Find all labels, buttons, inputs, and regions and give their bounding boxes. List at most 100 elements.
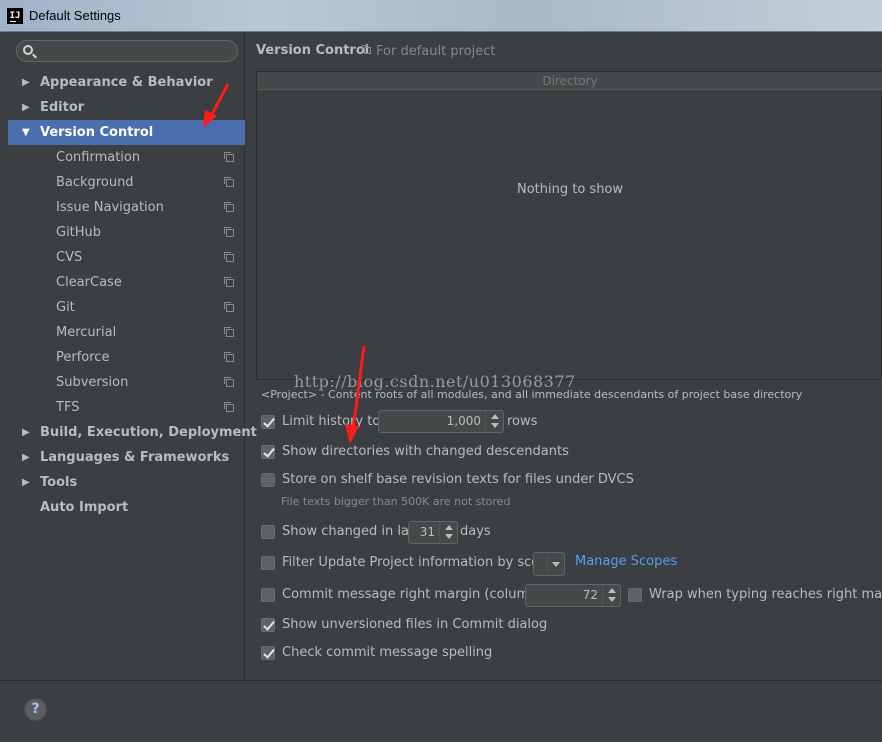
sidebar-item-cvs[interactable]: CVS [8, 245, 245, 270]
store-on-shelf-label: Store on shelf base revision texts for f… [282, 472, 634, 487]
sidebar-item-clearcase[interactable]: ClearCase [8, 270, 245, 295]
commit-margin-option[interactable]: Commit message right margin (columns): [261, 585, 554, 605]
show-unversioned-checkbox[interactable] [261, 618, 275, 632]
settings-tree: ▶ Appearance & Behavior ▶ Editor ▼ Versi… [8, 70, 257, 520]
expand-arrow-icon[interactable]: ▶ [22, 445, 30, 470]
sidebar-item-label: ClearCase [56, 275, 122, 290]
scope-dropdown[interactable] [533, 552, 565, 576]
sidebar-item-confirmation[interactable]: Confirmation [8, 145, 245, 170]
sidebar-item-build-execution-deployment[interactable]: ▶ Build, Execution, Deployment [8, 420, 257, 445]
settings-content: Version Control For default project Dire… [246, 32, 882, 680]
page-scope: For default project [376, 44, 496, 59]
sidebar-item-github[interactable]: GitHub [8, 220, 245, 245]
wrap-typing-checkbox[interactable] [628, 588, 642, 602]
sidebar-item-label: Auto Import [40, 500, 129, 515]
show-changed-spinner[interactable]: 31 [408, 521, 458, 544]
sidebar-item-tools[interactable]: ▶ Tools [8, 470, 245, 495]
spinner-value: 1,000 [446, 414, 481, 428]
project-copy-icon [224, 177, 234, 187]
dialog-footer: ? [0, 680, 882, 742]
expand-arrow-icon[interactable]: ▶ [22, 470, 30, 495]
check-spelling-option[interactable]: Check commit message spelling [261, 643, 521, 663]
table-column-header[interactable]: Directory [257, 72, 882, 90]
sidebar-item-version-control[interactable]: ▼ Version Control [8, 120, 245, 145]
search-icon [23, 45, 33, 55]
spinner-buttons[interactable] [485, 411, 503, 432]
sidebar-item-appearance-behavior[interactable]: ▶ Appearance & Behavior [8, 70, 245, 95]
sidebar-item-tfs[interactable]: TFS [8, 395, 245, 420]
project-copy-icon [224, 402, 234, 412]
sidebar-item-issue-navigation[interactable]: Issue Navigation [8, 195, 245, 220]
commit-margin-checkbox[interactable] [261, 588, 275, 602]
spin-up-icon[interactable] [491, 414, 499, 419]
search-input[interactable] [39, 43, 233, 59]
sidebar-item-label: Mercurial [56, 325, 117, 340]
sidebar-item-subversion[interactable]: Subversion [8, 370, 245, 395]
spin-down-icon[interactable] [491, 423, 499, 428]
store-on-shelf-option[interactable]: Store on shelf base revision texts for f… [261, 470, 641, 490]
sidebar-item-auto-import[interactable]: Auto Import [8, 495, 245, 520]
spinner-value: 72 [582, 588, 598, 602]
window-title: Default Settings [29, 8, 121, 23]
spin-up-icon[interactable] [445, 525, 453, 530]
spin-down-icon[interactable] [608, 597, 616, 602]
expand-arrow-icon[interactable]: ▶ [22, 95, 30, 120]
sidebar-item-label: Editor [40, 100, 85, 115]
sidebar-item-label: GitHub [56, 225, 102, 240]
filter-update-option[interactable]: Filter Update Project information by sco… [261, 553, 556, 573]
spin-up-icon[interactable] [608, 588, 616, 593]
sidebar-item-label: Perforce [56, 350, 110, 365]
show-unversioned-option[interactable]: Show unversioned files in Commit dialog [261, 615, 561, 635]
spin-down-icon[interactable] [445, 534, 453, 539]
chevron-down-icon[interactable] [552, 562, 560, 567]
filter-update-checkbox[interactable] [261, 556, 275, 570]
sidebar-item-git[interactable]: Git [8, 295, 245, 320]
commit-margin-spinner[interactable]: 72 [525, 584, 621, 607]
spinner-buttons[interactable] [602, 585, 620, 606]
sidebar-item-editor[interactable]: ▶ Editor [8, 95, 245, 120]
project-copy-icon [224, 252, 234, 262]
show-directories-checkbox[interactable] [261, 445, 275, 459]
sidebar-item-mercurial[interactable]: Mercurial [8, 320, 245, 345]
sidebar-item-label: Tools [40, 475, 78, 490]
show-changed-checkbox[interactable] [261, 525, 275, 539]
help-button[interactable]: ? [24, 698, 47, 721]
filter-update-label: Filter Update Project information by sco… [282, 555, 556, 570]
project-copy-icon [224, 277, 234, 287]
commit-margin-label: Commit message right margin (columns): [282, 587, 554, 602]
sidebar-item-label: CVS [56, 250, 83, 265]
show-changed-label: Show changed in last [282, 524, 421, 539]
check-spelling-checkbox[interactable] [261, 646, 275, 660]
watermark: http://blog.csdn.net/u013068377 [294, 372, 576, 391]
sidebar-item-label: TFS [56, 400, 80, 415]
project-copy-icon [224, 377, 234, 387]
spinner-value: 31 [419, 525, 435, 539]
limit-history-label: Limit history to: [282, 414, 385, 429]
limit-history-spinner[interactable]: 1,000 [378, 410, 504, 433]
search-box[interactable] [16, 40, 238, 62]
sidebar-item-background[interactable]: Background [8, 170, 245, 195]
store-on-shelf-checkbox[interactable] [261, 473, 275, 487]
page-title: Version Control [256, 43, 370, 58]
combo-separator [547, 555, 548, 573]
directory-mappings-table[interactable]: Directory Nothing to show [256, 71, 882, 380]
spinner-buttons[interactable] [439, 522, 457, 543]
expand-arrow-icon[interactable]: ▶ [22, 420, 30, 445]
sidebar-item-label: Confirmation [56, 150, 141, 165]
project-copy-icon [224, 202, 234, 212]
title-bar: IJ Default Settings [0, 0, 882, 32]
show-directories-option[interactable]: Show directories with changed descendant… [261, 442, 581, 462]
sidebar-item-label: Build, Execution, Deployment [40, 425, 257, 440]
manage-scopes-link[interactable]: Manage Scopes [575, 554, 677, 569]
sidebar-item-languages-frameworks[interactable]: ▶ Languages & Frameworks [8, 445, 245, 470]
collapse-arrow-icon[interactable]: ▼ [22, 120, 30, 145]
show-changed-option[interactable]: Show changed in last [261, 522, 421, 542]
show-unversioned-label: Show unversioned files in Commit dialog [282, 617, 548, 632]
store-on-shelf-note: File texts bigger than 500K are not stor… [281, 495, 511, 508]
wrap-typing-option[interactable]: Wrap when typing reaches right margin [628, 585, 882, 605]
sidebar-item-perforce[interactable]: Perforce [8, 345, 245, 370]
sidebar-item-label: Git [56, 300, 75, 315]
sidebar-item-label: Background [56, 175, 134, 190]
limit-history-checkbox[interactable] [261, 415, 275, 429]
expand-arrow-icon[interactable]: ▶ [22, 70, 30, 95]
